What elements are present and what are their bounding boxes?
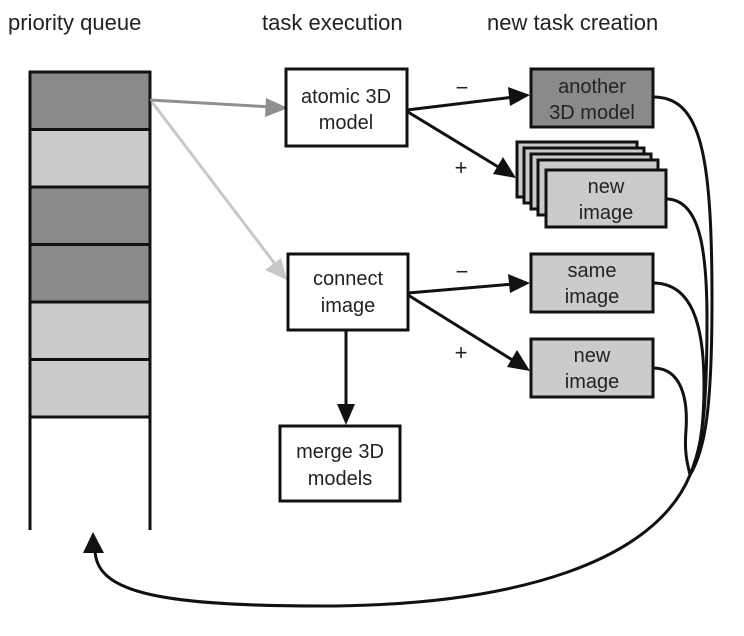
return-curve-new-image [652, 366, 692, 476]
minus-sign: − [456, 75, 469, 100]
queue-cell-light [28, 300, 152, 361]
task-label: connect [313, 268, 383, 290]
output-label: new [574, 345, 611, 367]
output-same-image: same image [529, 252, 655, 314]
task-label: atomic 3D [301, 86, 391, 108]
output-label: image [565, 286, 619, 308]
output-label: image [579, 202, 633, 224]
output-new-image: new image [529, 337, 655, 399]
output-new-image-stack: new image [515, 140, 668, 229]
task-label: model [319, 112, 373, 134]
minus-sign: − [456, 259, 469, 284]
arrowhead [337, 404, 355, 425]
task-merge-3d-models: merge 3D models [278, 424, 402, 503]
queue-cell-light [28, 358, 152, 419]
priority-queue [28, 70, 152, 530]
task-connect-image: connect image [286, 252, 410, 332]
task-label: models [308, 468, 372, 490]
output-label: new [588, 176, 625, 198]
arrowhead [265, 258, 287, 280]
task-atomic-3d-model: atomic 3D model [284, 67, 409, 148]
output-another-3d-model: another 3D model [529, 67, 655, 129]
task-label: image [321, 295, 375, 317]
queue-cell-dark [28, 243, 152, 304]
plus-sign: + [455, 155, 468, 180]
return-curve-same-image [652, 281, 706, 476]
arrowhead [83, 532, 104, 553]
arrowhead [508, 274, 530, 293]
output-label: another [558, 76, 626, 98]
task-label: merge 3D [296, 441, 384, 463]
connect-minus-arrow [407, 282, 515, 295]
queue-to-connect-arrow [150, 101, 280, 269]
queue-cell-dark [28, 185, 152, 246]
header-priority-queue: priority queue [8, 10, 141, 35]
arrowhead [508, 87, 530, 106]
plus-sign: + [455, 340, 468, 365]
output-label: same [568, 260, 617, 282]
header-task-execution: task execution [262, 10, 403, 35]
output-label: image [565, 371, 619, 393]
output-label: 3D model [549, 102, 635, 124]
queue-cell-light [28, 128, 152, 189]
header-new-task-creation: new task creation [487, 10, 658, 35]
queue-to-atomic-arrow [149, 98, 273, 109]
queue-cell-dark [28, 70, 152, 131]
task-queue-diagram: priority queue task execution new task c… [8, 10, 714, 608]
